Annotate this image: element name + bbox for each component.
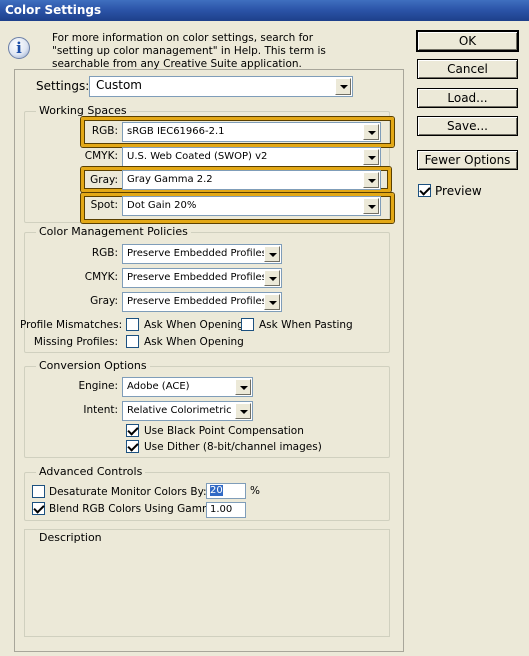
ok-button[interactable]: OK — [417, 31, 518, 51]
preview-label: Preview — [435, 184, 482, 198]
cmyk-working-space-value: U.S. Web Coated (SWOP) v2 — [127, 151, 268, 162]
use-dither-checkbox[interactable] — [126, 440, 139, 453]
spot-working-space-value: Dot Gain 20% — [127, 200, 197, 211]
advanced-legend: Advanced Controls — [36, 465, 146, 478]
missing-ask-when-opening-label: Ask When Opening — [144, 336, 244, 348]
gray-working-space-label: Gray: — [90, 174, 118, 186]
window-title: Color Settings — [5, 3, 102, 17]
engine-value: Adobe (ACE) — [127, 381, 190, 392]
conversion-legend: Conversion Options — [36, 359, 150, 372]
spot-working-space-dropdown[interactable]: Dot Gain 20% — [122, 196, 381, 216]
blend-gamma-field[interactable]: 1.00 — [206, 502, 246, 518]
settings-dropdown[interactable]: Custom — [89, 76, 353, 97]
rgb-policy-dropdown[interactable]: Preserve Embedded Profiles — [122, 244, 282, 264]
engine-label: Engine: — [78, 380, 118, 392]
rgb-working-space-label: RGB: — [91, 125, 118, 137]
engine-dropdown[interactable]: Adobe (ACE) — [122, 377, 253, 397]
ask-when-pasting-label: Ask When Pasting — [259, 319, 353, 331]
working-spaces-legend: Working Spaces — [36, 104, 130, 117]
load-button[interactable]: Load... — [417, 88, 518, 108]
description-legend: Description — [36, 531, 105, 544]
intent-value: Relative Colorimetric — [127, 405, 232, 416]
preview-checkbox[interactable] — [418, 184, 431, 197]
spot-working-space-label: Spot: — [90, 199, 118, 211]
policies-legend: Color Management Policies — [36, 225, 191, 238]
chevron-down-icon[interactable] — [235, 379, 251, 395]
info-icon: i — [8, 37, 30, 59]
cmyk-policy-value: Preserve Embedded Profiles — [127, 272, 267, 283]
chevron-down-icon[interactable] — [335, 78, 351, 95]
intent-label: Intent: — [83, 404, 118, 416]
gray-working-space-value: Gray Gamma 2.2 — [127, 174, 213, 185]
use-dither-label: Use Dither (8-bit/channel images) — [144, 441, 322, 453]
rgb-policy-label: RGB: — [91, 247, 118, 259]
missing-ask-when-opening-checkbox[interactable] — [126, 335, 139, 348]
info-text: For more information on color settings, … — [52, 32, 326, 70]
desaturate-monitor-colors-checkbox[interactable] — [32, 485, 45, 498]
cmyk-working-space-label: CMYK: — [84, 150, 118, 162]
blend-rgb-gamma-checkbox[interactable] — [32, 502, 45, 515]
save-button[interactable]: Save... — [417, 116, 518, 136]
desaturate-unit: % — [250, 485, 260, 497]
chevron-down-icon[interactable] — [264, 246, 280, 262]
blend-rgb-gamma-label: Blend RGB Colors Using Gamma: — [49, 503, 223, 515]
desaturate-amount-field[interactable]: 20 — [206, 483, 246, 499]
gray-policy-label: Gray: — [90, 295, 118, 307]
window-title-bar[interactable]: Color Settings — [0, 0, 529, 21]
black-point-compensation-checkbox[interactable] — [126, 424, 139, 437]
cmyk-policy-dropdown[interactable]: Preserve Embedded Profiles — [122, 268, 282, 288]
chevron-down-icon[interactable] — [363, 172, 379, 188]
gray-policy-dropdown[interactable]: Preserve Embedded Profiles — [122, 292, 282, 312]
fewer-options-button[interactable]: Fewer Options — [417, 150, 518, 170]
profile-mismatches-label: Profile Mismatches: — [20, 319, 123, 331]
intent-dropdown[interactable]: Relative Colorimetric — [122, 401, 253, 421]
chevron-down-icon[interactable] — [264, 294, 280, 310]
chevron-down-icon[interactable] — [363, 149, 379, 165]
cancel-button[interactable]: Cancel — [417, 59, 518, 79]
chevron-down-icon[interactable] — [363, 198, 379, 214]
ask-when-pasting-checkbox[interactable] — [241, 318, 254, 331]
settings-value: Custom — [96, 78, 142, 92]
rgb-working-space-value: sRGB IEC61966-2.1 — [127, 126, 225, 137]
ask-when-opening-label: Ask When Opening — [144, 319, 244, 331]
cmyk-policy-label: CMYK: — [84, 271, 118, 283]
blend-gamma-value: 1.00 — [210, 504, 233, 515]
black-point-compensation-label: Use Black Point Compensation — [144, 425, 304, 437]
cmyk-working-space-dropdown[interactable]: U.S. Web Coated (SWOP) v2 — [122, 147, 381, 167]
chevron-down-icon[interactable] — [264, 270, 280, 286]
desaturate-monitor-colors-label: Desaturate Monitor Colors By: — [49, 486, 207, 498]
missing-profiles-label: Missing Profiles: — [33, 336, 118, 348]
desaturate-amount-value: 20 — [210, 485, 223, 496]
rgb-policy-value: Preserve Embedded Profiles — [127, 248, 267, 259]
description-box — [24, 529, 390, 637]
chevron-down-icon[interactable] — [235, 403, 251, 419]
gray-policy-value: Preserve Embedded Profiles — [127, 296, 267, 307]
chevron-down-icon[interactable] — [363, 124, 379, 140]
settings-label: Settings: — [36, 79, 90, 93]
rgb-working-space-dropdown[interactable]: sRGB IEC61966-2.1 — [122, 122, 381, 142]
ask-when-opening-checkbox[interactable] — [126, 318, 139, 331]
gray-working-space-dropdown[interactable]: Gray Gamma 2.2 — [122, 170, 381, 190]
